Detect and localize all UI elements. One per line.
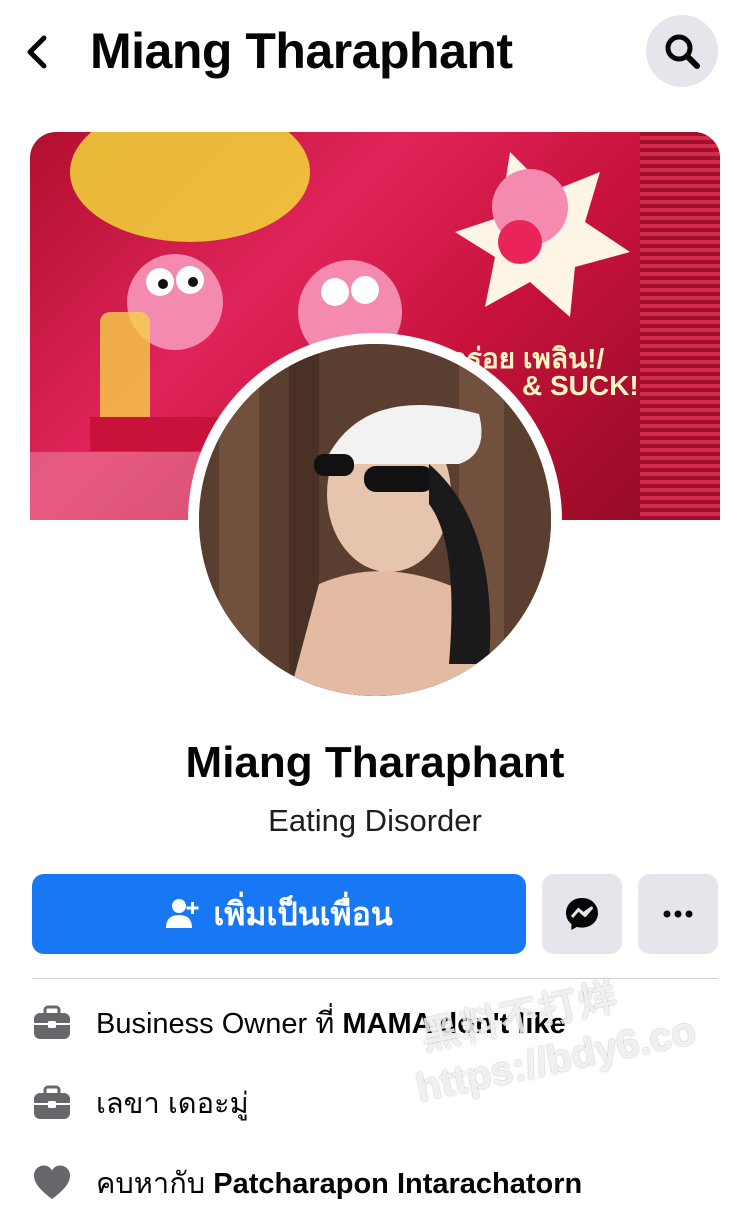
info-text: คบหากับ Patcharapon Intarachatorn bbox=[96, 1168, 583, 1200]
message-button[interactable] bbox=[542, 874, 622, 954]
briefcase-icon bbox=[34, 1005, 70, 1039]
avatar-photo bbox=[199, 344, 551, 696]
more-options-button[interactable] bbox=[638, 874, 718, 954]
briefcase-icon bbox=[34, 1085, 70, 1119]
cover-texture bbox=[640, 132, 720, 520]
divider bbox=[32, 978, 718, 979]
info-row-work[interactable]: Business Owner ที่ MAMA don't like bbox=[32, 998, 732, 1048]
profile-name: Miang Tharaphant bbox=[185, 738, 565, 787]
info-row-relationship[interactable]: คบหากับ Patcharapon Intarachatorn bbox=[32, 1158, 732, 1208]
profile-subtitle: Eating Disorder bbox=[268, 803, 482, 838]
info-row-work[interactable]: เลขา เดอะมู่ bbox=[32, 1078, 732, 1128]
page-title: Miang Tharaphant bbox=[90, 23, 513, 79]
back-button[interactable] bbox=[18, 28, 58, 76]
chevron-left-icon bbox=[27, 35, 47, 69]
add-friend-button[interactable]: เพิ่มเป็นเพื่อน bbox=[32, 874, 526, 954]
cover-text: & SUCK! bbox=[522, 370, 639, 401]
more-dots-icon bbox=[663, 910, 693, 918]
search-button[interactable] bbox=[646, 15, 718, 87]
search-icon bbox=[665, 34, 700, 69]
add-user-icon bbox=[166, 899, 199, 928]
heart-icon bbox=[34, 1165, 70, 1199]
top-bar: Miang Tharaphant bbox=[0, 0, 750, 104]
add-friend-label: เพิ่มเป็นเพื่อน bbox=[213, 895, 393, 932]
info-text: เลขา เดอะมู่ bbox=[96, 1088, 249, 1120]
messenger-icon bbox=[566, 898, 598, 930]
info-text: Business Owner ที่ MAMA don't like bbox=[96, 1008, 566, 1040]
avatar[interactable] bbox=[199, 344, 551, 696]
